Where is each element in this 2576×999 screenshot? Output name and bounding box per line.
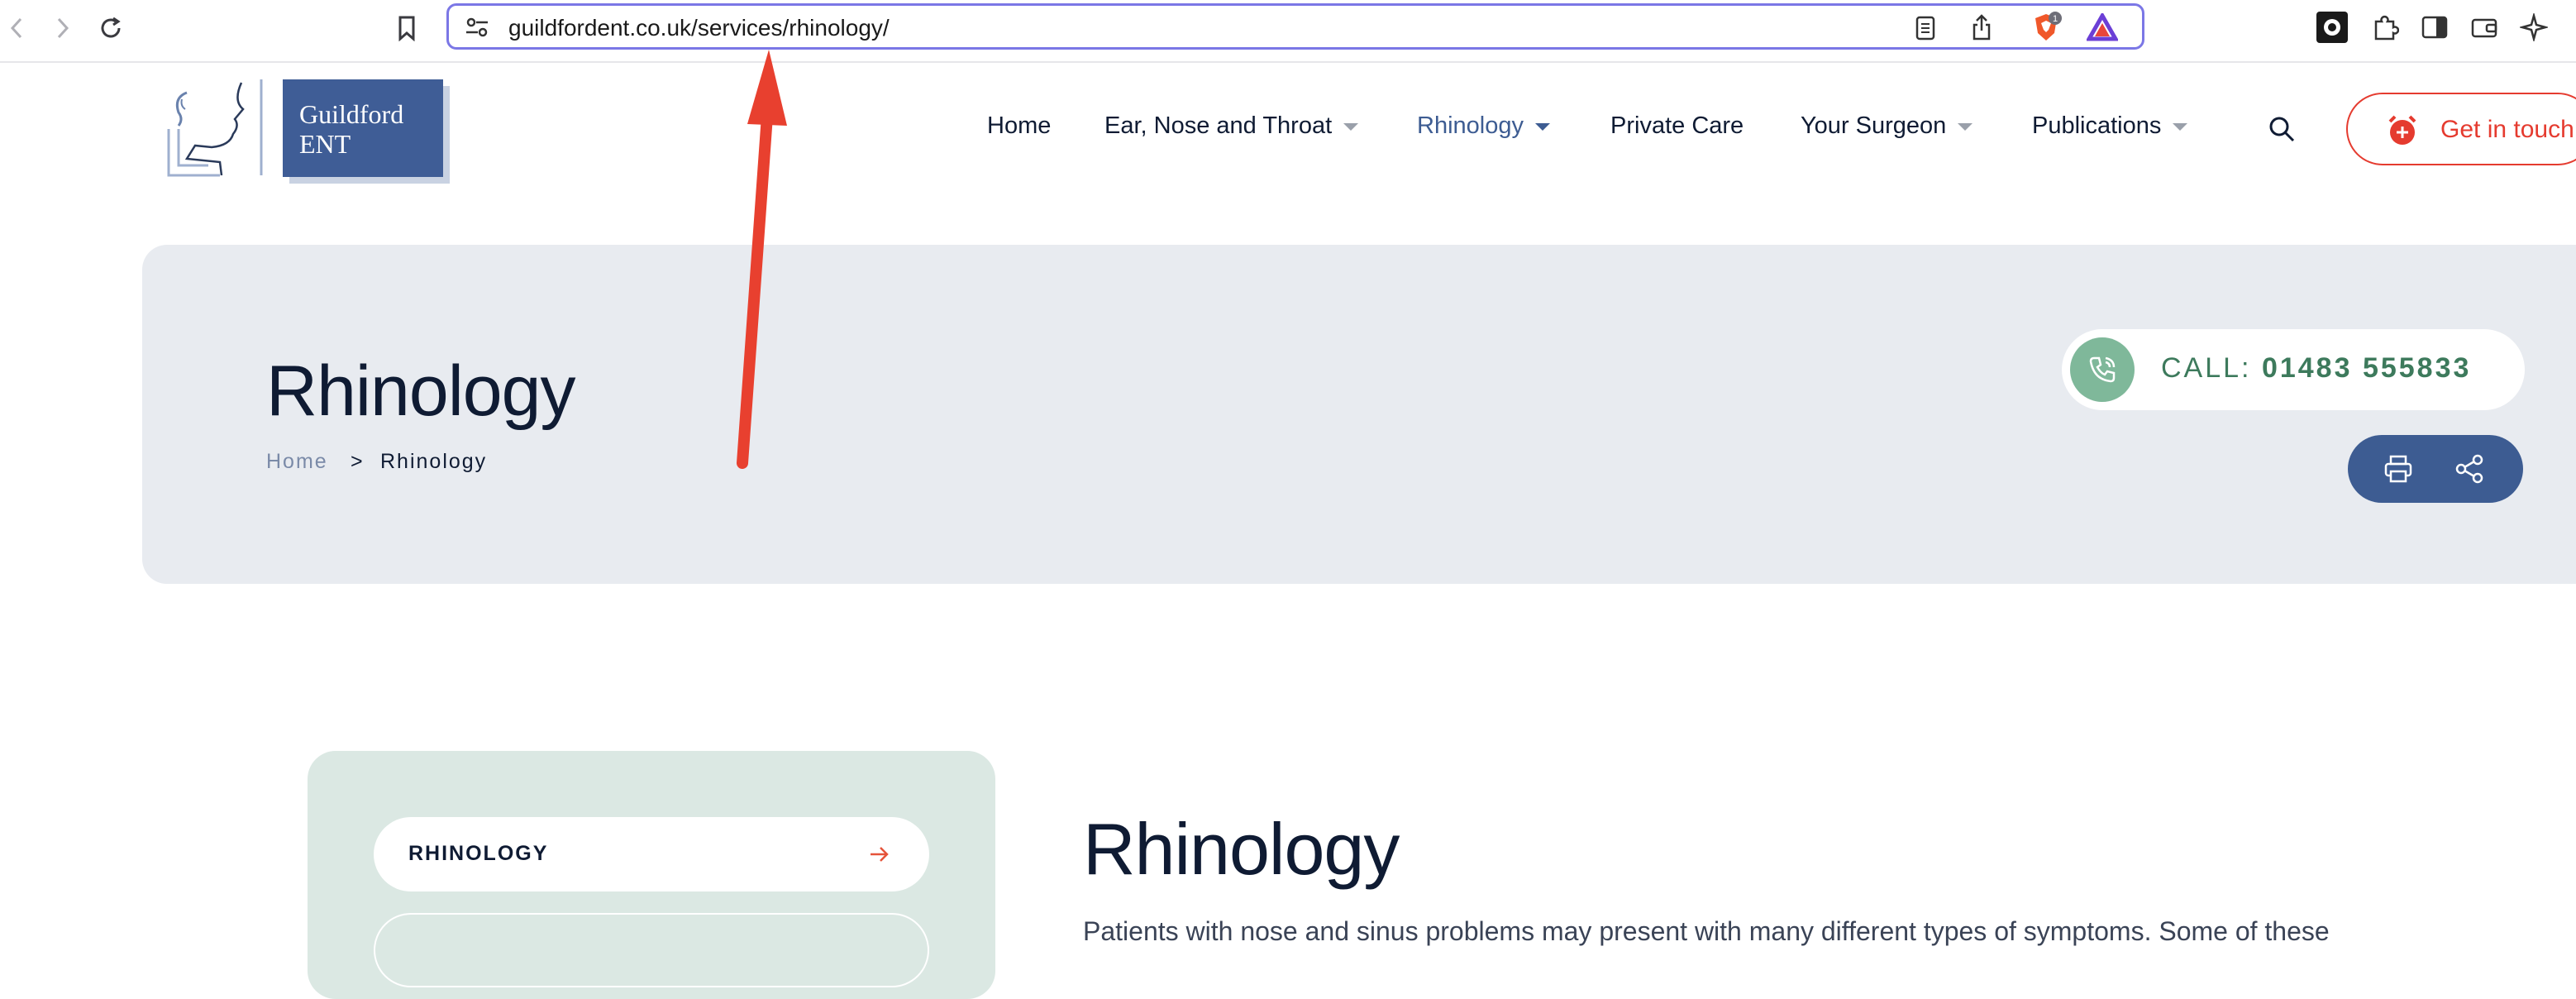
share-nodes-icon[interactable] (2452, 452, 2487, 486)
wallet-icon[interactable] (2469, 12, 2500, 43)
get-in-touch-label: Get in touch (2440, 116, 2574, 143)
logo[interactable]: Guildford ENT (283, 79, 443, 177)
extension-icon[interactable] (2316, 12, 2348, 43)
sidebar-icon[interactable] (2419, 12, 2450, 43)
back-icon (10, 17, 22, 39)
print-icon[interactable] (2381, 452, 2416, 486)
nav-ent-label: Ear, Nose and Throat (1104, 112, 1333, 139)
forward-button[interactable] (46, 12, 79, 45)
chevron-down-icon (2173, 122, 2188, 131)
phone-icon (2070, 337, 2135, 402)
sparkle-icon[interactable] (2518, 12, 2550, 43)
call-label: CALL: (2161, 352, 2262, 384)
site-settings-icon[interactable] (464, 16, 490, 39)
services-sidebar: RHINOLOGY (308, 751, 995, 999)
logo-line2: ENT (299, 129, 351, 159)
nav-private-care[interactable]: Private Care (1610, 112, 1744, 140)
alarm-icon (2384, 112, 2421, 149)
chevron-down-icon (1958, 122, 1973, 131)
reader-icon[interactable] (1912, 14, 1939, 42)
nav-ent[interactable]: Ear, Nose and Throat (1104, 112, 1359, 140)
bookmark-button[interactable] (390, 12, 423, 45)
address-bar[interactable]: guildfordent.co.uk/services/rhinology/ 1 (446, 3, 2144, 50)
call-button[interactable]: CALL: 01483 555833 (2062, 329, 2525, 410)
logo-mark[interactable] (162, 76, 270, 184)
chevron-down-icon (1534, 122, 1550, 131)
logo-line1: Guildford (299, 99, 404, 129)
share-icon[interactable] (1968, 12, 1995, 42)
content-title: Rhinology (1083, 808, 1400, 890)
reload-icon (101, 17, 121, 38)
brave-shield-icon[interactable]: 1 (2030, 11, 2063, 44)
breadcrumb-separator: > (351, 450, 365, 473)
nav-surgeon[interactable]: Your Surgeon (1801, 112, 1973, 140)
nav-publications[interactable]: Publications (2032, 112, 2188, 140)
breadcrumb-home[interactable]: Home (266, 450, 328, 474)
get-in-touch-button[interactable]: Get in touch (2346, 93, 2576, 165)
search-icon[interactable] (2265, 112, 2298, 146)
puzzle-icon[interactable] (2369, 12, 2401, 43)
url-text[interactable]: guildfordent.co.uk/services/rhinology/ (508, 15, 890, 41)
forward-icon (57, 17, 69, 39)
reload-button[interactable] (94, 12, 127, 45)
nav-home[interactable]: Home (987, 112, 1051, 140)
back-button[interactable] (0, 12, 33, 45)
arrow-right-icon (866, 842, 891, 867)
sidebar-item-rhinology[interactable]: RHINOLOGY (374, 817, 929, 891)
nav-surgeon-label: Your Surgeon (1801, 112, 1947, 139)
call-text: CALL: 01483 555833 (2161, 352, 2471, 385)
sidebar-item-label: RHINOLOGY (408, 842, 549, 865)
nav-rhinology[interactable]: Rhinology (1417, 112, 1550, 140)
brave-badge: 1 (2053, 14, 2058, 24)
breadcrumb-current: Rhinology (380, 450, 488, 473)
sidebar-item-next[interactable] (374, 913, 929, 987)
page-title: Rhinology (266, 351, 575, 431)
nav-publications-label: Publications (2032, 112, 2162, 139)
chevron-down-icon (1343, 122, 1359, 131)
content-paragraph: Patients with nose and sinus problems ma… (1083, 916, 2330, 946)
bookmark-icon (398, 16, 415, 41)
call-number: 01483 555833 (2261, 352, 2472, 384)
triangle-icon[interactable] (2086, 12, 2119, 42)
page-tools (2348, 435, 2523, 503)
nav-rhinology-label: Rhinology (1417, 112, 1524, 139)
browser-toolbar: guildfordent.co.uk/services/rhinology/ 1 (0, 0, 2576, 63)
